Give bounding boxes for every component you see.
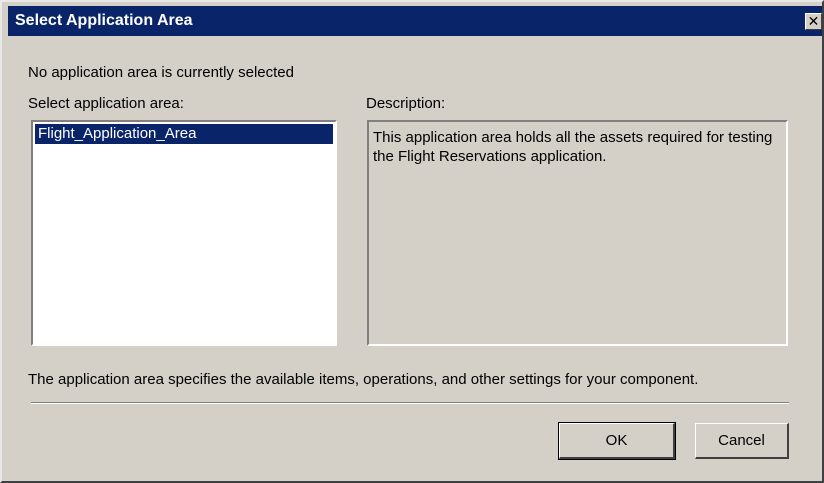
select-application-area-dialog: Select Application Area ✕ No application… (0, 0, 824, 483)
description-text: This application area holds all the asse… (373, 129, 773, 165)
description-box: This application area holds all the asse… (367, 120, 788, 346)
application-area-listbox[interactable]: Flight_Application_Area (31, 120, 337, 346)
ok-button[interactable]: OK (558, 422, 676, 460)
title-bar[interactable]: Select Application Area ✕ (8, 6, 822, 36)
list-item-flight-application-area[interactable]: Flight_Application_Area (35, 124, 333, 144)
dialog-title: Select Application Area (15, 12, 193, 29)
description-label: Description: (366, 95, 446, 112)
close-icon: ✕ (807, 13, 820, 29)
footer-info-text: The application area specifies the avail… (28, 371, 699, 388)
select-area-label: Select application area: (28, 95, 184, 112)
selection-status-text: No application area is currently selecte… (28, 64, 294, 81)
close-button[interactable]: ✕ (805, 13, 822, 30)
cancel-button[interactable]: Cancel (695, 423, 789, 459)
separator-line (31, 402, 789, 404)
